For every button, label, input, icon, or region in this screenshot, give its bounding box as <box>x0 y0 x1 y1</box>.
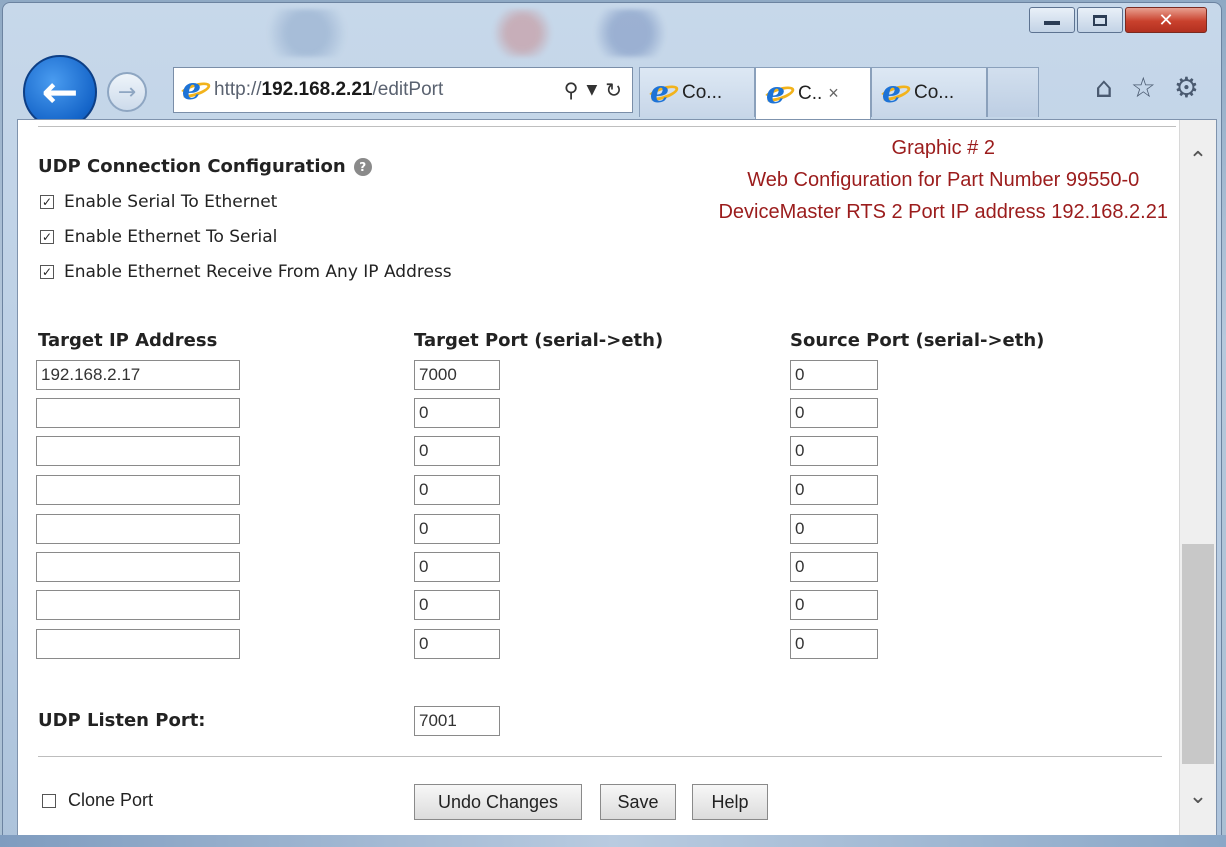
favorites-star-icon[interactable]: ☆ <box>1131 71 1156 104</box>
check-enable-receive-any-ip[interactable]: ✓ Enable Ethernet Receive From Any IP Ad… <box>40 262 452 282</box>
target-ip-field-5[interactable] <box>36 514 240 544</box>
section-title-text: UDP Connection Configuration <box>38 156 346 177</box>
scroll-down-icon[interactable]: ⌄ <box>1180 776 1216 816</box>
tab-strip: e Co... e C.. × e Co... <box>639 67 1039 119</box>
target-ip-field-6[interactable] <box>36 552 240 582</box>
tab-1[interactable]: e Co... <box>639 67 755 117</box>
target-port-field-4[interactable]: 0 <box>414 475 500 505</box>
tab-2-active[interactable]: e C.. × <box>755 67 871 119</box>
source-port-field-6[interactable]: 0 <box>790 552 878 582</box>
annotation-text: Graphic # 2 Web Configuration for Part N… <box>718 132 1168 228</box>
annotation-line1: Graphic # 2 <box>891 137 995 159</box>
vertical-scrollbar[interactable]: ⌃ ⌄ <box>1179 120 1216 836</box>
udp-listen-port-label: UDP Listen Port: <box>38 710 206 731</box>
forward-button[interactable]: → <box>107 72 147 112</box>
check-label: Enable Ethernet To Serial <box>64 227 278 247</box>
target-port-field-3[interactable]: 0 <box>414 436 500 466</box>
footer-divider <box>38 756 1162 757</box>
udp-listen-port-field[interactable]: 7001 <box>414 706 500 736</box>
check-label: Enable Ethernet Receive From Any IP Addr… <box>64 262 452 282</box>
target-ip-field-3[interactable] <box>36 436 240 466</box>
clone-port-option[interactable]: Clone Port <box>42 790 153 811</box>
column-header-source-port: Source Port (serial->eth) <box>790 330 1045 351</box>
annotation-line3: DeviceMaster RTS 2 Port IP address 192.1… <box>718 201 1168 223</box>
source-port-field-4[interactable]: 0 <box>790 475 878 505</box>
home-icon[interactable]: ⌂ <box>1095 71 1113 104</box>
source-port-field-8[interactable]: 0 <box>790 629 878 659</box>
minimize-button[interactable] <box>1029 7 1075 33</box>
source-port-field-5[interactable]: 0 <box>790 514 878 544</box>
target-ip-field-1[interactable]: 192.168.2.17 <box>36 360 240 390</box>
dropdown-icon[interactable]: ▼ <box>586 82 597 98</box>
help-icon[interactable]: ? <box>353 157 372 176</box>
tab-label: C.. <box>798 82 823 104</box>
new-tab-button[interactable] <box>987 67 1039 117</box>
target-port-field-8[interactable]: 0 <box>414 629 500 659</box>
browser-toolbar-right: ⌂ ☆ ⚙ <box>1095 71 1199 104</box>
target-ip-field-8[interactable] <box>36 629 240 659</box>
help-button[interactable]: Help <box>692 784 768 820</box>
browser-window: ✕ ← → e http://192.168.2.21/editPort ⚲ ▼… <box>2 2 1222 843</box>
target-port-field-6[interactable]: 0 <box>414 552 500 582</box>
window-caption-buttons: ✕ <box>1029 7 1207 33</box>
refresh-icon[interactable]: ↻ <box>605 78 622 102</box>
checkbox-checked-icon[interactable]: ✓ <box>40 195 54 209</box>
back-arrow-icon: ← <box>41 66 79 118</box>
clone-port-label: Clone Port <box>68 790 154 810</box>
target-port-field-7[interactable]: 0 <box>414 590 500 620</box>
url-path: /editPort <box>372 79 444 100</box>
ie-tab-icon: e <box>877 75 913 109</box>
annotation-line2: Web Configuration for Part Number 99550-… <box>747 169 1140 191</box>
scroll-up-icon[interactable]: ⌃ <box>1180 140 1216 180</box>
tab-label: Co... <box>682 81 723 103</box>
titlebar-background <box>153 9 923 57</box>
address-url[interactable]: http://192.168.2.21/editPort <box>214 79 443 101</box>
forward-arrow-icon: → <box>117 79 137 105</box>
search-icon[interactable]: ⚲ <box>564 78 579 102</box>
section-title: UDP Connection Configuration ? <box>38 156 372 177</box>
target-ip-field-7[interactable] <box>36 590 240 620</box>
checkbox-checked-icon[interactable]: ✓ <box>40 230 54 244</box>
checkbox-unchecked-icon[interactable] <box>42 793 56 808</box>
column-header-target-port: Target Port (serial->eth) <box>414 330 664 351</box>
source-port-field-2[interactable]: 0 <box>790 398 878 428</box>
tab-close-icon[interactable]: × <box>828 83 839 104</box>
checkbox-checked-icon[interactable]: ✓ <box>40 265 54 279</box>
source-port-field-7[interactable]: 0 <box>790 590 878 620</box>
minimize-icon <box>1044 21 1060 25</box>
undo-changes-button[interactable]: Undo Changes <box>414 784 582 820</box>
url-host: 192.168.2.21 <box>261 79 373 100</box>
tab-label: Co... <box>914 81 955 103</box>
back-button[interactable]: ← <box>23 55 97 129</box>
tab-3[interactable]: e Co... <box>871 67 987 117</box>
target-port-field-1[interactable]: 7000 <box>414 360 500 390</box>
save-button[interactable]: Save <box>600 784 676 820</box>
source-port-field-3[interactable]: 0 <box>790 436 878 466</box>
close-window-button[interactable]: ✕ <box>1125 7 1207 33</box>
address-bar[interactable]: e http://192.168.2.21/editPort ⚲ ▼ ↻ <box>173 67 633 113</box>
target-port-field-2[interactable]: 0 <box>414 398 500 428</box>
source-port-field-1[interactable]: 0 <box>790 360 878 390</box>
top-divider <box>38 126 1176 127</box>
check-enable-ethernet-to-serial[interactable]: ✓ Enable Ethernet To Serial <box>40 227 277 247</box>
target-ip-field-2[interactable] <box>36 398 240 428</box>
target-port-field-5[interactable]: 0 <box>414 514 500 544</box>
maximize-button[interactable] <box>1077 7 1123 33</box>
url-prefix: http:// <box>214 79 262 100</box>
check-label: Enable Serial To Ethernet <box>64 192 278 212</box>
maximize-icon <box>1093 14 1107 26</box>
check-enable-serial-to-ethernet[interactable]: ✓ Enable Serial To Ethernet <box>40 192 277 212</box>
scrollbar-thumb[interactable] <box>1182 544 1214 764</box>
column-header-target-ip: Target IP Address <box>38 330 218 351</box>
taskbar-strip <box>0 835 1226 847</box>
ie-page-icon: e <box>177 73 213 107</box>
ie-tab-icon: e <box>761 76 797 110</box>
ie-tab-icon: e <box>645 75 681 109</box>
close-icon: ✕ <box>1158 9 1174 31</box>
address-tools: ⚲ ▼ ↻ <box>564 78 632 102</box>
target-ip-field-4[interactable] <box>36 475 240 505</box>
gear-icon[interactable]: ⚙ <box>1174 71 1199 104</box>
page-viewport: Graphic # 2 Web Configuration for Part N… <box>17 119 1217 837</box>
